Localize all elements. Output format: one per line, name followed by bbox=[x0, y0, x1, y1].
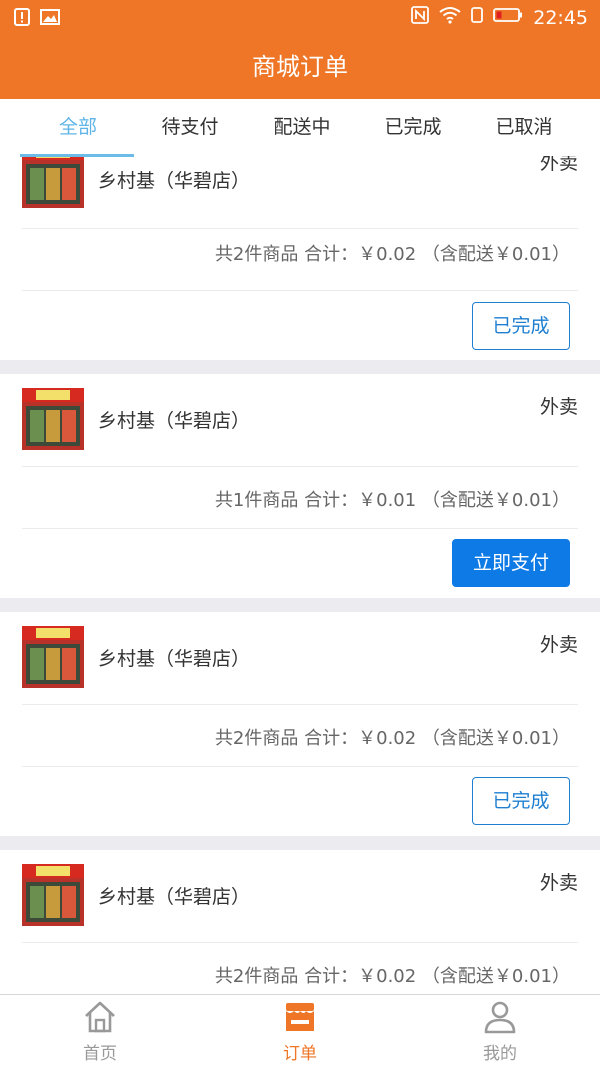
store-name: 乡村基（华碧店） bbox=[98, 410, 251, 432]
order-summary: 共2件商品 合计：￥0.02 （含配送￥0.01） bbox=[214, 966, 570, 987]
order-summary: 共1件商品 合计：￥0.01 （含配送￥0.01） bbox=[214, 490, 570, 511]
divider bbox=[22, 704, 578, 705]
divider bbox=[22, 466, 578, 467]
divider bbox=[22, 228, 578, 229]
pay-now-button[interactable]: 立即支付 bbox=[452, 539, 570, 587]
order-type: 外卖 bbox=[539, 634, 578, 656]
store-thumbnail bbox=[22, 864, 84, 926]
alert-icon bbox=[14, 8, 30, 31]
battery-icon bbox=[493, 7, 523, 28]
order-list[interactable]: 乡村基（华碧店） 外卖 共2件商品 合计：￥0.02 （含配送￥0.01） 已完… bbox=[0, 156, 600, 994]
store-thumbnail bbox=[22, 626, 84, 688]
store-thumbnail bbox=[22, 156, 84, 208]
card-separator bbox=[0, 598, 600, 612]
store-name: 乡村基（华碧店） bbox=[98, 170, 251, 192]
order-type: 外卖 bbox=[539, 396, 578, 418]
order-type: 外卖 bbox=[539, 156, 578, 174]
page-title: 商城订单 bbox=[252, 53, 348, 81]
card-separator bbox=[0, 360, 600, 374]
divider bbox=[22, 942, 578, 943]
tab-all[interactable]: 全部 bbox=[22, 99, 134, 156]
nav-profile[interactable]: 我的 bbox=[450, 995, 550, 1067]
store-name: 乡村基（华碧店） bbox=[98, 886, 251, 908]
tab-pending-payment[interactable]: 待支付 bbox=[134, 99, 246, 156]
status-bar: 22:45 bbox=[0, 0, 600, 36]
nav-orders-label: 订单 bbox=[283, 1044, 317, 1064]
nav-home-label: 首页 bbox=[83, 1044, 117, 1064]
shop-icon bbox=[282, 999, 318, 1035]
nav-orders[interactable]: 订单 bbox=[250, 995, 350, 1067]
order-card[interactable]: 乡村基（华碧店） 外卖 共1件商品 合计：￥0.01 （含配送￥0.01） 立即… bbox=[0, 374, 600, 598]
card-separator bbox=[0, 836, 600, 850]
store-thumbnail bbox=[22, 388, 84, 450]
nav-profile-label: 我的 bbox=[483, 1044, 517, 1064]
person-icon bbox=[482, 999, 518, 1035]
nav-home[interactable]: 首页 bbox=[50, 995, 150, 1067]
divider bbox=[22, 528, 578, 529]
order-summary: 共2件商品 合计：￥0.02 （含配送￥0.01） bbox=[214, 244, 570, 265]
order-card[interactable]: 乡村基（华碧店） 外卖 共2件商品 合计：￥0.02 （含配送￥0.01） bbox=[0, 850, 600, 994]
sim-icon bbox=[471, 6, 484, 29]
store-name: 乡村基（华碧店） bbox=[98, 648, 251, 670]
tab-completed[interactable]: 已完成 bbox=[357, 99, 469, 156]
home-icon bbox=[82, 999, 118, 1035]
app-bar: 22:45 商城订单 bbox=[0, 0, 600, 99]
order-card[interactable]: 乡村基（华碧店） 外卖 共2件商品 合计：￥0.02 （含配送￥0.01） 已完… bbox=[0, 156, 600, 360]
divider bbox=[22, 290, 578, 291]
nfc-icon bbox=[411, 6, 430, 29]
completed-status-button[interactable]: 已完成 bbox=[472, 777, 570, 825]
tab-delivering[interactable]: 配送中 bbox=[246, 99, 358, 156]
order-type: 外卖 bbox=[539, 872, 578, 894]
order-status-tabs: 全部 待支付 配送中 已完成 已取消 bbox=[0, 99, 600, 156]
completed-status-button[interactable]: 已完成 bbox=[472, 302, 570, 350]
order-card[interactable]: 乡村基（华碧店） 外卖 共2件商品 合计：￥0.02 （含配送￥0.01） 已完… bbox=[0, 612, 600, 836]
order-summary: 共2件商品 合计：￥0.02 （含配送￥0.01） bbox=[214, 728, 570, 749]
tab-cancelled[interactable]: 已取消 bbox=[468, 99, 580, 156]
wifi-icon bbox=[439, 6, 461, 29]
divider bbox=[22, 766, 578, 767]
active-tab-indicator bbox=[20, 154, 134, 157]
image-icon bbox=[40, 9, 60, 30]
bottom-navigation: 首页 订单 我的 bbox=[0, 994, 600, 1067]
clock: 22:45 bbox=[533, 6, 588, 29]
